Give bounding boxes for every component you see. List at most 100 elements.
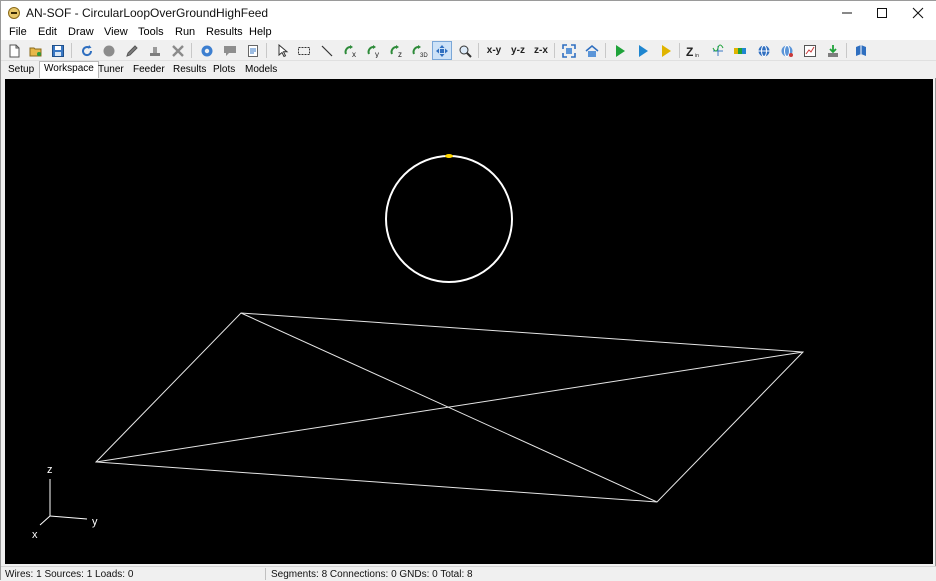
document-button[interactable] (243, 41, 263, 60)
menu-tools[interactable]: Tools (138, 26, 164, 38)
an-sof-app-icon (8, 7, 20, 19)
rotate-y-icon: y (367, 44, 379, 58)
window-title: AN-SOF - CircularLoopOverGroundHighFeed (26, 6, 269, 20)
toolbar: x y z 3D x-y y-z z-x Z in (1, 40, 936, 61)
workspace-drawing: z y x (32, 154, 805, 541)
view-xy-label: x-y (486, 45, 502, 56)
draw-line-button[interactable] (317, 41, 337, 60)
new-file-button[interactable] (4, 41, 24, 60)
select-rectangle-button[interactable] (294, 41, 314, 60)
menu-edit[interactable]: Edit (38, 26, 57, 38)
new-file-icon (9, 44, 20, 57)
delete-button[interactable] (168, 41, 188, 60)
view-yz-label: y-z (511, 45, 525, 56)
comment-button[interactable] (220, 41, 240, 60)
svg-text:z: z (398, 50, 402, 58)
view-yz-button[interactable]: y-z (507, 41, 529, 60)
rotate-x-icon: x (344, 44, 356, 58)
menu-file[interactable]: File (9, 26, 27, 38)
settings-button[interactable] (197, 41, 217, 60)
home-icon (585, 44, 599, 57)
close-icon (912, 7, 924, 19)
pan-button[interactable] (432, 41, 452, 60)
plot-chart-button[interactable] (800, 41, 820, 60)
svg-text:y: y (375, 50, 379, 58)
menu-draw[interactable]: Draw (68, 26, 94, 38)
workspace-canvas[interactable]: z y x (5, 79, 933, 564)
line-chart-icon (804, 44, 816, 57)
y-axis-line (49, 515, 88, 520)
view-zx-button[interactable]: z-x (530, 41, 552, 60)
rotate-3d-button[interactable]: 3D (410, 41, 430, 60)
delete-x-icon (172, 44, 184, 57)
svg-text:x: x (352, 50, 356, 58)
status-bar: Wires: 1 Sources: 1 Loads: 0 Segments: 8… (1, 566, 936, 581)
tab-plots[interactable]: Plots (209, 63, 239, 78)
close-button[interactable] (900, 1, 936, 25)
menu-help[interactable]: Help (249, 26, 272, 38)
menu-results[interactable]: Results (206, 26, 243, 38)
globe-field-icon (781, 44, 793, 57)
near-field-button[interactable] (777, 41, 797, 60)
rotate-y-button[interactable]: y (364, 41, 384, 60)
tab-workspace[interactable]: Workspace (39, 61, 99, 78)
title-bar: AN-SOF - CircularLoopOverGroundHighFeed (1, 1, 936, 25)
menu-run[interactable]: Run (175, 26, 195, 38)
globe-icon (758, 44, 770, 57)
impedance-button[interactable]: Zin (684, 41, 704, 60)
maximize-button[interactable] (864, 1, 900, 25)
minimize-button[interactable] (829, 1, 865, 25)
fit-view-button[interactable] (559, 41, 579, 60)
export-download-icon (828, 44, 838, 57)
color-map-button[interactable] (731, 41, 751, 60)
radiation-pattern-button[interactable] (754, 41, 774, 60)
line-icon (321, 45, 333, 56)
stop-button[interactable] (99, 41, 119, 60)
tab-models[interactable]: Models (241, 63, 281, 78)
help-book-icon (856, 44, 866, 56)
menu-bar: File Edit Draw View Tools Run Results He… (1, 25, 936, 40)
save-icon (52, 44, 64, 57)
draw-wire-button[interactable] (122, 41, 142, 60)
ground-plane-diagonal-2 (95, 351, 804, 463)
open-file-button[interactable] (26, 41, 46, 60)
zoom-button[interactable] (455, 41, 475, 60)
save-button[interactable] (48, 41, 68, 60)
circular-loop-wire[interactable] (385, 155, 513, 283)
gear-icon (201, 45, 213, 56)
run-continue-button[interactable] (633, 41, 653, 60)
pan-move-icon (436, 44, 448, 57)
run-far-field-button[interactable] (656, 41, 676, 60)
source-marker[interactable] (445, 154, 453, 158)
refresh-icon (82, 44, 93, 56)
status-segments: Segments: 8 Connections: 0 GNDs: 0 Total… (271, 569, 473, 580)
run-play-yellow-icon (662, 44, 671, 57)
minimize-icon (842, 12, 852, 14)
run-button[interactable] (610, 41, 630, 60)
y-axis-label: y (92, 516, 98, 528)
svg-text:Z: Z (686, 45, 693, 58)
export-button[interactable] (823, 41, 843, 60)
view-xy-button[interactable]: x-y (483, 41, 505, 60)
select-pointer-button[interactable] (272, 41, 292, 60)
home-view-button[interactable] (582, 41, 602, 60)
color-map-icon (734, 47, 746, 54)
help-manual-button[interactable] (851, 41, 871, 60)
tab-results[interactable]: Results (169, 63, 210, 78)
current-distribution-icon (712, 44, 724, 56)
current-distribution-button[interactable] (708, 41, 728, 60)
edit-tool-button[interactable] (145, 41, 165, 60)
refresh-button[interactable] (77, 41, 97, 60)
pencil-icon (126, 44, 138, 57)
tab-setup[interactable]: Setup (4, 63, 38, 78)
rotate-z-button[interactable]: z (387, 41, 407, 60)
view-zx-label: z-x (534, 45, 548, 56)
menu-view[interactable]: View (104, 26, 128, 38)
svg-text:3D: 3D (420, 53, 428, 58)
rotate-x-button[interactable]: x (341, 41, 361, 60)
marquee-select-icon (298, 46, 310, 55)
stamp-icon (150, 46, 160, 56)
impedance-z-icon: Zin (686, 45, 699, 58)
tab-tuner[interactable]: Tuner (94, 63, 128, 78)
tab-feeder[interactable]: Feeder (129, 63, 169, 78)
